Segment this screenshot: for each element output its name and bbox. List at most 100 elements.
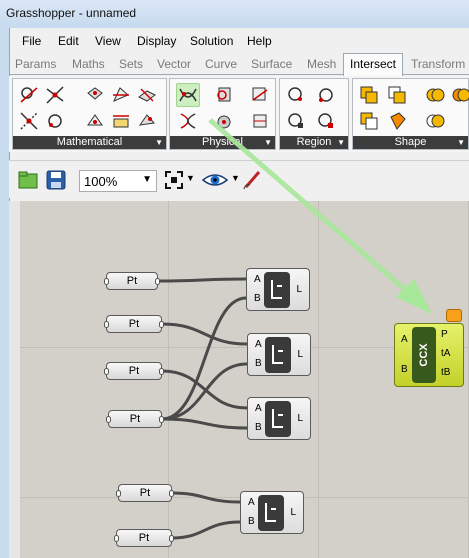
curve-self-icon[interactable] <box>178 111 198 131</box>
region-trim-icon[interactable] <box>316 111 336 131</box>
group-title-region: Region <box>296 136 332 148</box>
mesh-curve-icon[interactable] <box>214 111 234 131</box>
preview-eye-icon[interactable] <box>201 169 229 191</box>
region-union-icon[interactable] <box>359 85 379 105</box>
ccx-name-label: CCX <box>418 343 430 367</box>
region-split-icon[interactable] <box>286 111 306 131</box>
zoom-value: 100% <box>84 174 118 189</box>
input-b-label: B <box>255 358 262 369</box>
curve-brep-icon[interactable] <box>214 85 234 105</box>
menu-solution[interactable]: Solution <box>190 34 233 48</box>
group-title-shape: Shape <box>394 136 427 148</box>
output-ta-label: tA <box>441 348 451 359</box>
output-l-label: L <box>296 284 302 295</box>
group-expand-icon[interactable]: ▼ <box>337 136 345 149</box>
canvas-left-edge <box>9 201 20 558</box>
group-mathematical: Mathematical ▼ <box>12 78 167 150</box>
brep-brep-icon[interactable] <box>250 85 270 105</box>
menu-help[interactable]: Help <box>247 34 272 48</box>
mesh-plane-icon[interactable] <box>111 85 131 105</box>
point-param[interactable]: Pt <box>114 529 174 547</box>
line-icon <box>265 337 291 373</box>
trim-curve-icon[interactable] <box>316 85 336 105</box>
mesh-mesh-icon[interactable] <box>250 111 270 131</box>
region-difference-icon[interactable] <box>359 111 379 131</box>
group-expand-icon[interactable]: ▼ <box>155 136 163 149</box>
line-icon <box>265 401 291 437</box>
surface-line-icon[interactable] <box>85 111 105 131</box>
plane-region-icon[interactable] <box>137 111 157 131</box>
point-param[interactable]: Pt <box>106 410 164 428</box>
point-param[interactable]: Pt <box>104 272 160 290</box>
menu-view[interactable]: View <box>95 34 121 48</box>
group-expand-icon[interactable]: ▼ <box>264 136 272 149</box>
save-file-icon[interactable] <box>45 169 67 191</box>
group-label-physical: Physical ▼ <box>170 136 275 149</box>
box-line-icon[interactable] <box>111 111 131 131</box>
group-label-shape: Shape ▼ <box>353 136 468 149</box>
curve-curve-icon[interactable] <box>176 83 200 107</box>
output-p-label: P <box>441 329 448 340</box>
tab-maths[interactable]: Maths <box>72 57 105 71</box>
line-component[interactable]: A B L <box>247 333 311 376</box>
tab-surface[interactable]: Surface <box>251 57 292 71</box>
zoom-dropdown-icon[interactable]: ▼ <box>186 173 195 183</box>
warning-bubble-icon[interactable] <box>446 309 462 322</box>
group-shape: Shape ▼ <box>352 78 469 150</box>
title-bar: Grasshopper - unnamed <box>0 0 469 28</box>
tab-intersect[interactable]: Intersect <box>343 53 404 76</box>
line-plane-icon[interactable] <box>45 85 65 105</box>
split-curve-icon[interactable] <box>286 85 306 105</box>
ccx-nickname: CCX <box>412 327 436 383</box>
region-intersection-icon[interactable] <box>387 85 407 105</box>
menu-edit[interactable]: Edit <box>58 34 79 48</box>
input-b-label: B <box>401 364 408 375</box>
input-b-label: B <box>254 293 261 304</box>
curve-plane-icon[interactable] <box>19 85 39 105</box>
tab-transform[interactable]: Transform <box>411 57 465 71</box>
group-expand-icon[interactable]: ▼ <box>457 136 465 149</box>
output-l-label: L <box>290 507 296 518</box>
line-icon <box>264 272 290 308</box>
input-b-label: B <box>255 422 262 433</box>
plane-plane-icon[interactable] <box>137 85 157 105</box>
solid-difference-icon[interactable] <box>387 111 407 131</box>
curve-curve-component[interactable]: A B CCX P tA tB <box>394 323 464 387</box>
component-tabs: Params Maths Sets Vector Curve Surface M… <box>9 53 469 76</box>
zoom-extents-icon[interactable] <box>163 169 185 191</box>
menu-display[interactable]: Display <box>137 34 176 48</box>
input-a-label: A <box>255 339 262 350</box>
line-component[interactable]: A B L <box>247 397 311 440</box>
input-b-label: B <box>248 516 255 527</box>
ribbon: Mathematical ▼ Physical ▼ Region ▼ Shape ▼ <box>9 76 469 152</box>
line-component[interactable]: A B L <box>246 268 310 311</box>
line-line-icon[interactable] <box>19 111 39 131</box>
point-param-label: Pt <box>126 275 138 287</box>
plane-line-icon[interactable] <box>45 111 65 131</box>
tab-curve[interactable]: Curve <box>205 57 237 71</box>
bool-split-icon[interactable] <box>425 111 445 131</box>
open-file-icon[interactable] <box>17 169 39 191</box>
sketch-pen-icon[interactable] <box>241 169 263 191</box>
group-title-mathematical: Mathematical <box>56 136 123 148</box>
tab-vector[interactable]: Vector <box>157 57 191 71</box>
group-label-mathematical: Mathematical ▼ <box>13 136 166 149</box>
point-param[interactable]: Pt <box>116 484 174 502</box>
brep-plane-icon[interactable] <box>85 85 105 105</box>
point-param[interactable]: Pt <box>104 362 164 380</box>
line-icon <box>258 495 284 531</box>
tab-mesh[interactable]: Mesh <box>307 57 336 71</box>
input-a-label: A <box>254 274 261 285</box>
input-a-label: A <box>248 497 255 508</box>
line-component[interactable]: A B L <box>240 491 304 534</box>
point-param[interactable]: Pt <box>104 315 164 333</box>
solid-union-icon[interactable] <box>425 85 445 105</box>
menu-bar: File Edit View Display Solution Help <box>9 30 469 52</box>
input-a-label: A <box>255 403 262 414</box>
zoom-select[interactable]: 100% ▼ <box>79 170 157 192</box>
solid-intersection-icon[interactable] <box>451 85 469 105</box>
preview-dropdown-icon[interactable]: ▼ <box>231 173 240 183</box>
tab-sets[interactable]: Sets <box>119 57 143 71</box>
menu-file[interactable]: File <box>22 34 41 48</box>
tab-params[interactable]: Params <box>15 57 56 71</box>
